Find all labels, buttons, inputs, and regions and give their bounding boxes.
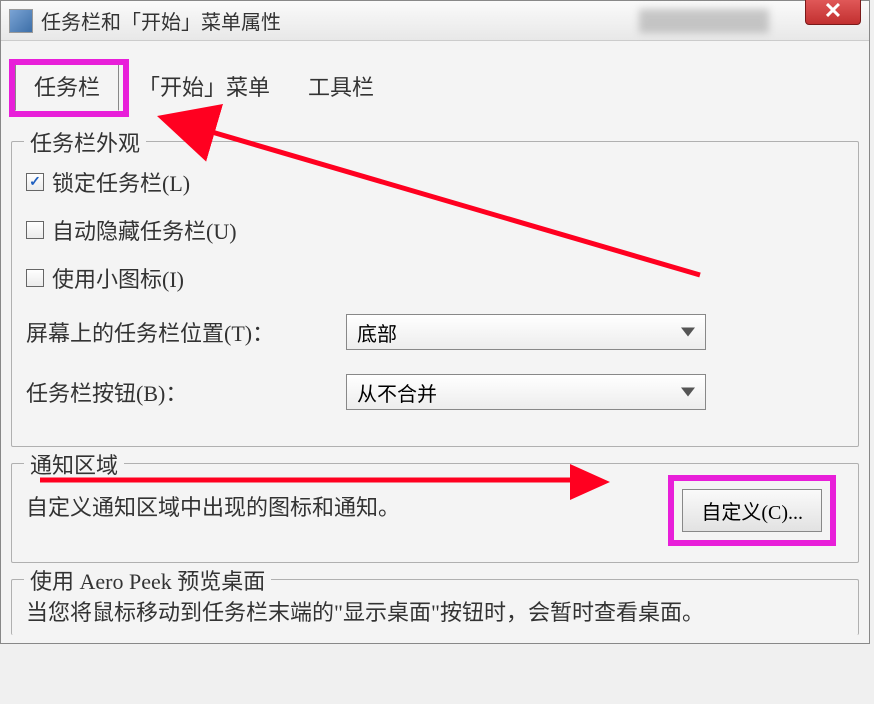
- tab-label: 工具栏: [308, 75, 374, 100]
- tab-content: 任务栏外观 锁定任务栏(L) 自动隐藏任务栏(U) 使用小图标(I) 屏幕上的任…: [1, 111, 869, 643]
- titlebar: 任务栏和「开始」菜单属性 ✕: [1, 1, 869, 41]
- row-position: 屏幕上的任务栏位置(T)： 底部: [26, 302, 844, 362]
- tabs: 任务栏 「开始」菜单 工具栏: [1, 41, 869, 111]
- select-value: 底部: [357, 318, 397, 347]
- dialog-window: 任务栏和「开始」菜单属性 ✕ 任务栏 「开始」菜单 工具栏 任务栏外观 锁定任务…: [0, 0, 870, 644]
- tab-label: 「开始」菜单: [138, 75, 270, 100]
- checkbox-lock-taskbar[interactable]: [26, 173, 44, 191]
- group-notify: 通知区域 自定义通知区域中出现的图标和通知。 自定义(C)...: [11, 463, 859, 563]
- select-value: 从不合并: [357, 378, 437, 407]
- close-icon: ✕: [824, 0, 842, 24]
- window-title: 任务栏和「开始」菜单属性: [41, 6, 281, 35]
- checkbox-autohide[interactable]: [26, 221, 44, 239]
- tab-taskbar[interactable]: 任务栏: [15, 61, 119, 111]
- checkbox-row-smallicons: 使用小图标(I): [26, 254, 844, 302]
- annotation-highlight-customize: 自定义(C)...: [668, 475, 836, 546]
- label-buttons: 任务栏按钮(B)：: [26, 376, 346, 408]
- close-button[interactable]: ✕: [805, 0, 861, 25]
- window-icon: [9, 9, 33, 33]
- tab-label: 任务栏: [34, 75, 100, 100]
- group-title-appearance: 任务栏外观: [24, 126, 146, 158]
- customize-button[interactable]: 自定义(C)...: [682, 489, 822, 532]
- group-title-notify: 通知区域: [24, 448, 124, 480]
- blurred-region: [639, 9, 769, 33]
- select-buttons[interactable]: 从不合并: [346, 374, 706, 410]
- group-title-aero: 使用 Aero Peek 预览桌面: [24, 564, 271, 596]
- select-position[interactable]: 底部: [346, 314, 706, 350]
- tab-toolbar[interactable]: 工具栏: [289, 61, 393, 111]
- group-aero: 使用 Aero Peek 预览桌面 当您将鼠标移动到任务栏末端的"显示桌面"按钮…: [11, 579, 859, 635]
- button-label: 自定义(C)...: [701, 502, 803, 524]
- checkbox-label: 自动隐藏任务栏(U): [52, 214, 237, 246]
- group-appearance: 任务栏外观 锁定任务栏(L) 自动隐藏任务栏(U) 使用小图标(I) 屏幕上的任…: [11, 141, 859, 447]
- tab-startmenu[interactable]: 「开始」菜单: [119, 61, 289, 111]
- aero-description: 当您将鼠标移动到任务栏末端的"显示桌面"按钮时，会暂时查看桌面。: [26, 596, 844, 629]
- checkbox-row-autohide: 自动隐藏任务栏(U): [26, 206, 844, 254]
- row-buttons: 任务栏按钮(B)： 从不合并: [26, 362, 844, 422]
- checkbox-small-icons[interactable]: [26, 269, 44, 287]
- checkbox-row-lock: 锁定任务栏(L): [26, 158, 844, 206]
- label-position: 屏幕上的任务栏位置(T)：: [26, 316, 346, 348]
- checkbox-label: 使用小图标(I): [52, 262, 184, 294]
- checkbox-label: 锁定任务栏(L): [52, 166, 190, 198]
